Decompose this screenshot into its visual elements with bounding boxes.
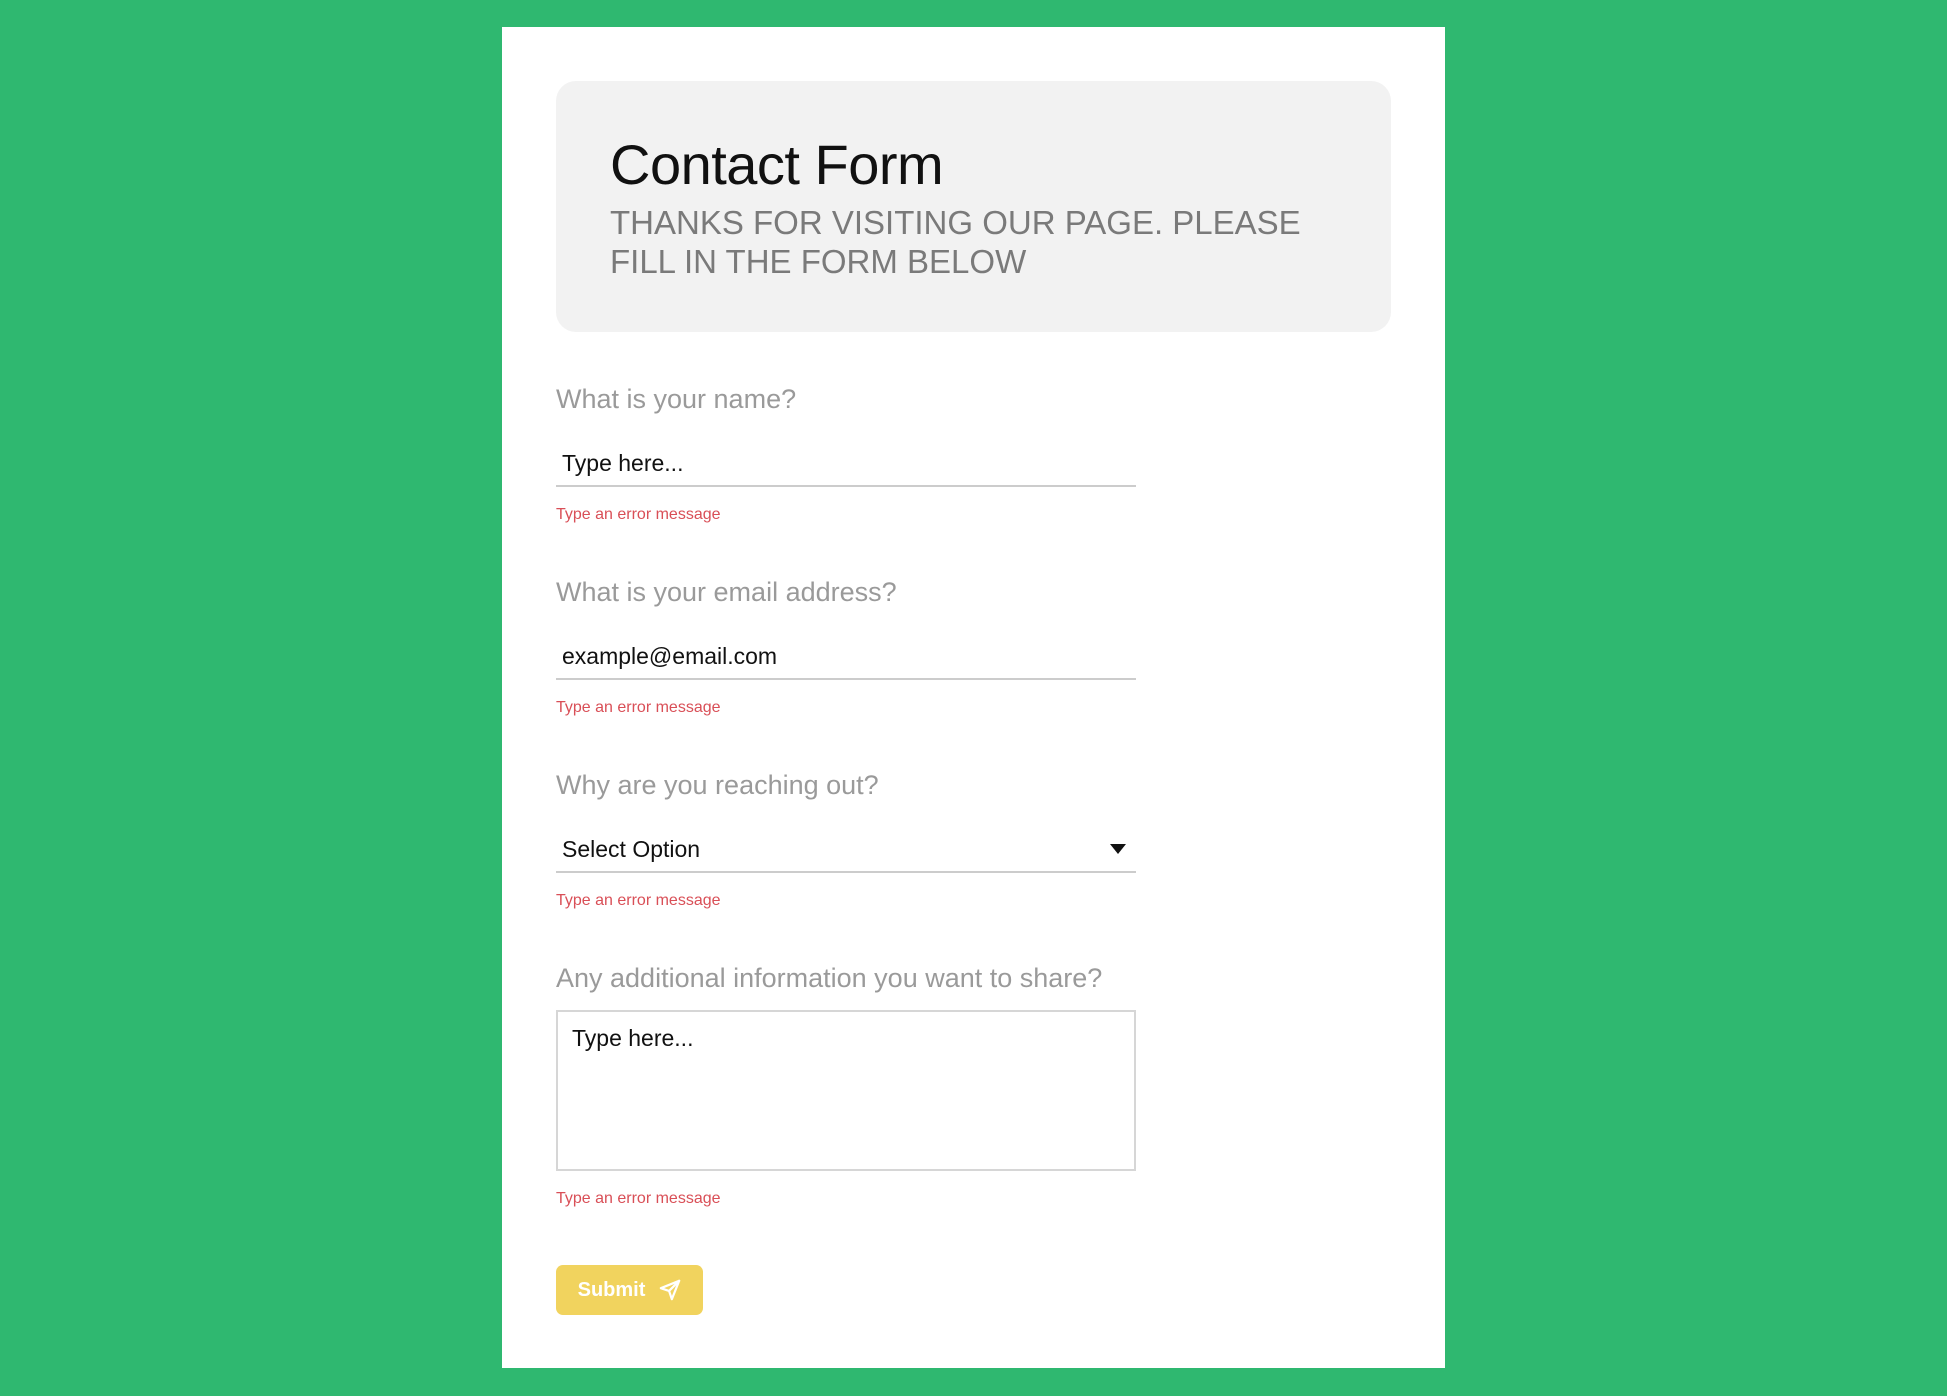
reason-select-value: Select Option xyxy=(562,835,701,862)
reason-select[interactable]: Select Option xyxy=(556,827,1136,873)
email-error-message: Type an error message xyxy=(556,699,721,716)
page-title: Contact Form xyxy=(610,133,944,196)
page-subtitle: THANKS FOR VISITING OUR PAGE. PLEASE FIL… xyxy=(610,204,1301,280)
name-input-placeholder: Type here... xyxy=(562,449,684,476)
email-field-group: What is your email address? example@emai… xyxy=(556,576,1136,718)
additional-info-placeholder: Type here... xyxy=(572,1025,694,1051)
name-input[interactable]: Type here... xyxy=(556,441,1136,487)
name-error-message: Type an error message xyxy=(556,506,721,523)
additional-info-textarea[interactable]: Type here... xyxy=(556,1010,1136,1171)
email-question: What is your email address? xyxy=(556,577,897,607)
email-input-value: example@email.com xyxy=(562,642,778,669)
name-question: What is your name? xyxy=(556,384,797,414)
reason-field-group: Why are you reaching out? Select Option … xyxy=(556,769,1136,911)
reason-question: Why are you reaching out? xyxy=(556,770,879,800)
submit-label: Submit xyxy=(577,1278,646,1301)
additional-info-error-message: Type an error message xyxy=(556,1190,721,1207)
email-input[interactable]: example@email.com xyxy=(556,634,1136,680)
reason-error-message: Type an error message xyxy=(556,892,721,909)
caret-down-icon xyxy=(1110,844,1126,854)
contact-form-card: Contact Form THANKS FOR VISITING OUR PAG… xyxy=(502,27,1445,1368)
send-icon xyxy=(659,1279,681,1301)
form-header: Contact Form THANKS FOR VISITING OUR PAG… xyxy=(556,81,1391,332)
additional-info-field-group: Any additional information you want to s… xyxy=(556,962,1136,1209)
name-field-group: What is your name? Type here... Type an … xyxy=(556,383,1136,525)
submit-button[interactable]: Submit xyxy=(556,1265,703,1315)
additional-info-question: Any additional information you want to s… xyxy=(556,963,1103,993)
